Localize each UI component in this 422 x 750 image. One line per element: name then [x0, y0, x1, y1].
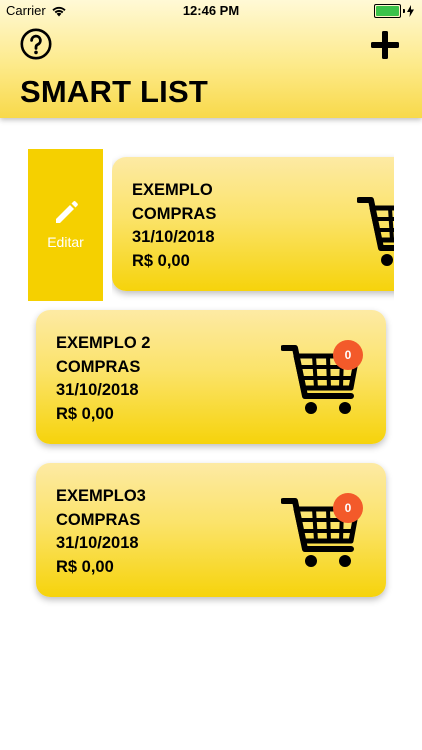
shopping-cart-icon — [357, 197, 394, 266]
list-card[interactable]: EXEMPLO 2 COMPRAS 31/10/2018 R$ 0,00 0 — [36, 310, 386, 444]
battery-indicator — [374, 4, 414, 18]
plus-icon[interactable] — [370, 30, 400, 60]
list-date: 31/10/2018 — [132, 228, 215, 246]
charging-bolt-icon — [407, 5, 414, 17]
status-time: 12:46 PM — [182, 3, 240, 18]
list-subtitle: COMPRAS — [56, 510, 141, 529]
page-title: SMART LIST — [20, 74, 208, 109]
edit-label: Editar — [47, 234, 84, 250]
list-card[interactable]: EXEMPLO COMPRAS 31/10/2018 R$ 0,00 — [112, 157, 394, 291]
list-card-text: EXEMPLO 2 COMPRAS 31/10/2018 R$ 0,00 — [56, 332, 150, 426]
list-date: 31/10/2018 — [56, 381, 139, 399]
question-circle-icon[interactable] — [20, 28, 52, 60]
list-name: EXEMPLO 2 — [56, 334, 151, 352]
pencil-icon — [55, 201, 78, 223]
list-subtitle: COMPRAS — [56, 357, 141, 376]
card-clip: EXEMPLO COMPRAS 31/10/2018 R$ 0,00 — [112, 149, 394, 304]
list-total: R$ 0,00 — [132, 251, 190, 270]
item-count-badge: 0 — [333, 340, 363, 370]
edit-button[interactable]: Editar — [28, 149, 103, 301]
list-total: R$ 0,00 — [56, 404, 114, 423]
list-subtitle: COMPRAS — [132, 204, 217, 223]
battery-icon — [374, 4, 401, 18]
header: Carrier 12:46 PM SMART LIST — [0, 0, 422, 118]
item-count-badge: 0 — [333, 493, 363, 523]
status-bar: Carrier 12:46 PM — [0, 0, 422, 22]
list-card-text: EXEMPLO3 COMPRAS 31/10/2018 R$ 0,00 — [56, 485, 146, 579]
list-name: EXEMPLO3 — [56, 487, 146, 505]
list-card[interactable]: EXEMPLO3 COMPRAS 31/10/2018 R$ 0,00 0 — [36, 463, 386, 597]
list-total: R$ 0,00 — [56, 557, 114, 576]
list-card-text: EXEMPLO COMPRAS 31/10/2018 R$ 0,00 — [132, 179, 216, 273]
list-date: 31/10/2018 — [56, 534, 139, 552]
list-name: EXEMPLO — [132, 181, 213, 199]
